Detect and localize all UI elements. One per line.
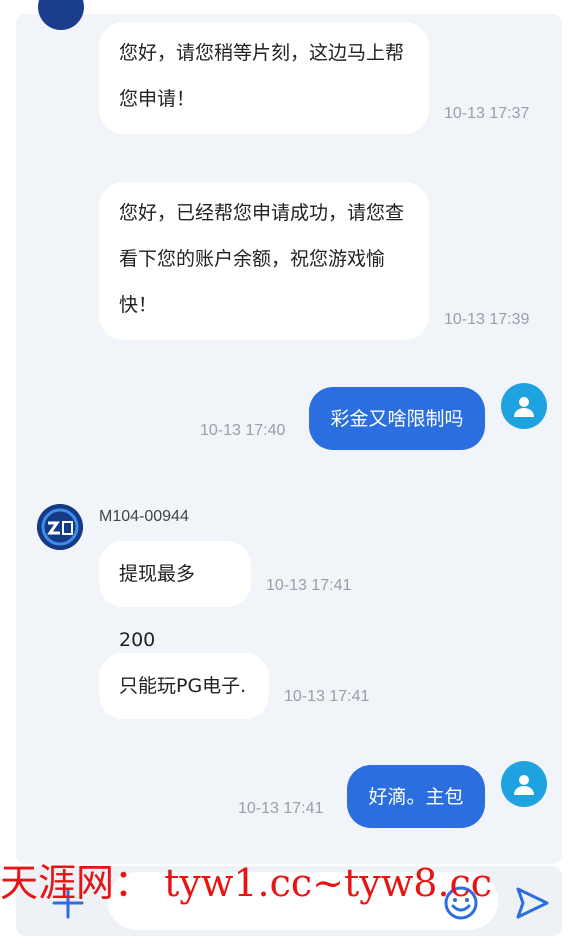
message-2-line3: 快！ — [119, 294, 158, 316]
watermark-text: 天涯网： tyw1.cc~tyw8.cc — [0, 861, 493, 905]
message-3-text: 彩金又啥限制吗 — [330, 407, 464, 430]
message-1-time: 10-13 17:37 — [444, 105, 530, 122]
message-1-line2: 您申请！ — [119, 88, 196, 110]
user-avatar-1 — [501, 383, 547, 429]
message-1-line1: 您好，请您稍等片刻，这边马上帮 — [119, 42, 405, 64]
message-bubble-2: 您好，已经帮您申请成功，请您查 看下您的账户余额，祝您游戏愉 快！ — [99, 182, 429, 340]
message-bubble-6: 好滴。主包 — [347, 765, 485, 828]
message-5-time: 10-13 17:41 — [284, 688, 370, 705]
agent-logo-icon — [37, 504, 83, 550]
sender-name: M104-00944 — [99, 508, 189, 525]
agent-avatar — [37, 504, 83, 550]
message-2-line2: 看下您的账户余额，祝您游戏愉 — [119, 248, 386, 270]
message-2-line1: 您好，已经帮您申请成功，请您查 — [119, 202, 405, 224]
message-5-text: 只能玩PG电子. — [119, 675, 247, 697]
message-3-time: 10-13 17:40 — [200, 422, 286, 439]
message-6-time: 10-13 17:41 — [238, 800, 324, 817]
message-6-text: 好滴。主包 — [368, 785, 464, 808]
message-2-time: 10-13 17:39 — [444, 311, 530, 328]
user-icon — [514, 397, 534, 417]
user-avatar-2 — [501, 761, 547, 807]
message-4-time: 10-13 17:41 — [266, 577, 352, 594]
message-bubble-1: 您好，请您稍等片刻，这边马上帮 您申请！ — [99, 22, 429, 134]
message-bubble-5: 只能玩PG电子. — [99, 653, 269, 719]
message-bubble-3: 彩金又啥限制吗 — [309, 387, 485, 450]
user-icon — [514, 775, 534, 795]
message-bubble-4: 提现最多200 — [99, 541, 251, 651]
